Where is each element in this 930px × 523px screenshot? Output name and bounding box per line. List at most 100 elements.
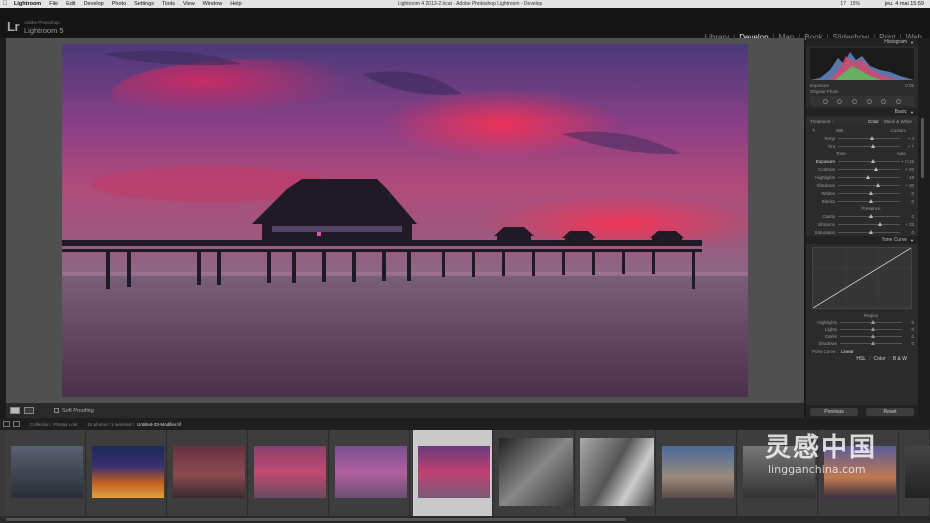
slider-knob[interactable] — [871, 320, 875, 324]
slider-knob[interactable] — [869, 198, 873, 203]
primary-window-icon[interactable] — [3, 421, 10, 427]
slider-knob[interactable] — [873, 166, 878, 171]
temp-value[interactable]: + 4 — [900, 136, 914, 141]
region-darks-value[interactable]: 0 — [902, 334, 914, 339]
treatment-bw[interactable]: Black & White — [882, 119, 914, 124]
slider-knob[interactable] — [869, 229, 873, 234]
filmstrip-thumbnail[interactable] — [249, 430, 329, 516]
menu-window[interactable]: Window — [199, 1, 227, 7]
histogram-header[interactable]: Histogram ▼ — [806, 38, 918, 46]
soft-proofing-checkbox[interactable] — [54, 408, 59, 413]
region-darks-slider[interactable]: Darks 0 — [806, 333, 918, 340]
slider-knob[interactable] — [869, 190, 873, 195]
vibrance-slider[interactable]: Vibrance + 33 — [806, 220, 918, 228]
filmstrip-thumbnail[interactable] — [330, 430, 410, 516]
radial-filter-icon[interactable] — [881, 98, 887, 104]
point-curve-value[interactable]: Linear — [841, 349, 854, 354]
menu-app[interactable]: Lightroom — [10, 1, 45, 7]
filmstrip-thumbnail[interactable] — [657, 430, 737, 516]
contrast-slider[interactable]: Contrast + 20 — [806, 165, 918, 173]
saturation-value[interactable]: 0 — [900, 230, 914, 235]
saturation-slider[interactable]: Saturation 0 — [806, 228, 918, 236]
shadows-value[interactable]: + 30 — [900, 183, 914, 188]
hsl-tab[interactable]: HSL — [853, 356, 869, 362]
menu-file[interactable]: File — [45, 1, 62, 7]
region-lights-slider[interactable]: Lights 0 — [806, 326, 918, 333]
right-panel-scrollbar[interactable] — [918, 38, 930, 418]
main-photo[interactable] — [62, 44, 748, 397]
region-shadows-slider[interactable]: Shadows 0 — [806, 340, 918, 347]
filmstrip-thumbnail[interactable] — [495, 430, 575, 516]
slider-knob[interactable] — [876, 182, 881, 187]
filmstrip-thumbnail[interactable] — [900, 430, 930, 516]
tint-slider[interactable]: Tint + 7 — [806, 142, 918, 150]
menubar-clock[interactable]: jeu. 4 mai 15:59 — [885, 1, 924, 7]
filmstrip-scroll-thumb[interactable] — [6, 518, 626, 521]
menu-tools[interactable]: Tools — [158, 1, 179, 7]
slider-knob[interactable] — [871, 334, 875, 338]
exposure-value[interactable]: + 0.15 — [900, 159, 914, 164]
filmstrip-thumbnail[interactable] — [87, 430, 167, 516]
treatment-color[interactable]: Color — [866, 119, 881, 124]
selected-filename[interactable]: Untitled-33-Modifier.tif — [137, 422, 181, 427]
filmstrip-thumbnail[interactable] — [819, 430, 899, 516]
blacks-value[interactable]: 0 — [900, 199, 914, 204]
contrast-value[interactable]: + 20 — [900, 167, 914, 172]
image-workspace[interactable] — [6, 38, 804, 403]
apple-icon[interactable]:  — [0, 1, 10, 7]
loupe-view-button[interactable] — [10, 407, 20, 414]
slider-knob[interactable] — [870, 158, 875, 163]
collection-breadcrumb[interactable]: Collection : Photos Loot — [30, 422, 78, 427]
graduated-filter-icon[interactable] — [866, 98, 872, 104]
slider-knob[interactable] — [870, 135, 875, 140]
blacks-slider[interactable]: Blacks 0 — [806, 197, 918, 205]
secondary-window-icon[interactable] — [13, 421, 20, 427]
menu-edit[interactable]: Edit — [62, 1, 79, 7]
slider-knob[interactable] — [865, 174, 870, 179]
adjustment-brush-icon[interactable] — [896, 98, 902, 104]
filmstrip-thumbnail[interactable] — [576, 430, 656, 516]
temp-slider[interactable]: Temp + 4 — [806, 134, 918, 142]
status-item[interactable]: 15% — [850, 1, 860, 7]
filmstrip-thumbnail[interactable] — [168, 430, 248, 516]
filmstrip-thumbnail-selected[interactable] — [413, 430, 493, 516]
clarity-slider[interactable]: Clarity 0 — [806, 212, 918, 220]
whites-slider[interactable]: Whites 0 — [806, 189, 918, 197]
previous-button[interactable]: Previous — [810, 407, 858, 416]
scrollbar-thumb[interactable] — [921, 118, 924, 178]
red-eye-tool-icon[interactable] — [852, 98, 858, 104]
filmstrip-thumbnail[interactable] — [738, 430, 818, 516]
filmstrip-scrollbar[interactable] — [0, 516, 930, 523]
menu-view[interactable]: View — [179, 1, 199, 7]
before-after-button[interactable] — [24, 407, 34, 414]
color-tab[interactable]: Color — [870, 356, 888, 362]
status-item[interactable]: 17 — [840, 1, 846, 7]
tone-curve-header[interactable]: Tone Curve ▼ — [806, 236, 918, 244]
menu-help[interactable]: Help — [226, 1, 245, 7]
region-highlights-value[interactable]: 0 — [902, 320, 914, 325]
slider-knob[interactable] — [870, 143, 875, 148]
slider-knob[interactable] — [878, 221, 883, 226]
slider-knob[interactable] — [871, 341, 875, 345]
reset-button[interactable]: Reset — [866, 407, 914, 416]
point-curve-row[interactable]: Point Curve : Linear — [806, 347, 918, 355]
clarity-value[interactable]: 0 — [900, 214, 914, 219]
original-photo-row[interactable]: Original Photo — [806, 88, 918, 94]
vibrance-value[interactable]: + 33 — [900, 222, 914, 227]
crop-tool-icon[interactable] — [822, 98, 828, 104]
tone-curve-graph[interactable] — [812, 247, 912, 309]
whites-value[interactable]: 0 — [900, 191, 914, 196]
bw-tab[interactable]: B & W — [890, 356, 910, 362]
menu-settings[interactable]: Settings — [130, 1, 158, 7]
menu-develop[interactable]: Develop — [80, 1, 108, 7]
menu-photo[interactable]: Photo — [108, 1, 130, 7]
highlights-value[interactable]: - 18 — [900, 175, 914, 180]
exposure-slider[interactable]: Exposure + 0.15 — [806, 157, 918, 165]
tint-value[interactable]: + 7 — [900, 144, 914, 149]
slider-knob[interactable] — [869, 213, 873, 218]
original-photo-label[interactable]: Original Photo — [810, 89, 839, 94]
spot-removal-tool-icon[interactable] — [837, 98, 843, 104]
auto-button[interactable]: Auto — [897, 151, 906, 156]
wb-value[interactable]: Custom — [890, 128, 906, 133]
basic-header[interactable]: Basic ▼ — [806, 108, 918, 116]
